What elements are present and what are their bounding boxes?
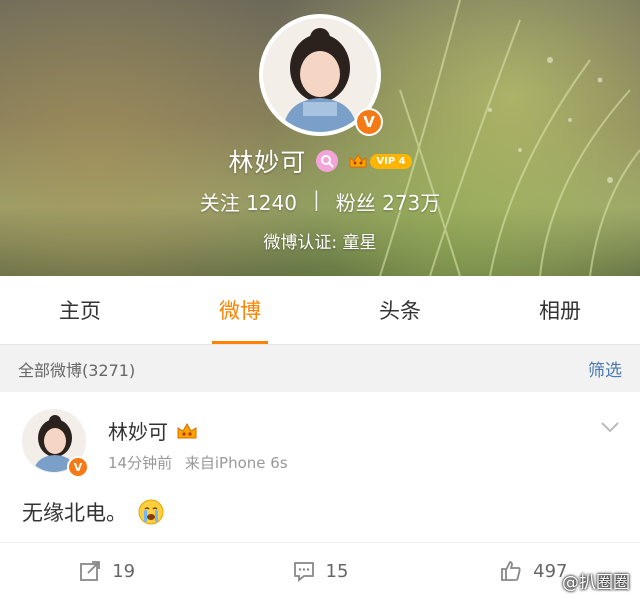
all-posts-count: 全部微博(3271) [18,360,136,380]
profile-name-row: 林妙可 VIP 4 [0,143,640,179]
post-meta: 14分钟前 来自iPhone 6s [108,452,288,473]
tab-home[interactable]: 主页 [0,276,160,344]
comment-icon [293,562,314,582]
followers-label: 粉丝 [335,191,376,215]
profile-name: 林妙可 [228,148,307,177]
following-stat[interactable]: 关注 1240 [200,187,297,216]
thumbs-up-icon [501,561,521,581]
repost-count: 19 [112,560,136,582]
crown-icon [177,422,197,438]
post-body: 无缘北电。 [22,497,165,527]
profile-stats: 关注 1240 | 粉丝 273万 [0,187,640,216]
following-label: 关注 [199,191,240,215]
verification-text: 微博认证: 童星 [263,233,377,253]
profile-cover: V 林妙可 VIP 4 关注 1240 | 粉丝 273万 微博认证: 童星 [0,0,640,276]
profile-tabs: 主页 微博 头条 相册 [0,276,640,344]
post-actions: 19 15 497 [0,542,640,599]
post-author-name[interactable]: 林妙可 [108,416,168,445]
stats-separator: | [312,187,320,211]
post-author-row: 林妙可 [108,416,198,445]
tab-weibo[interactable]: 微博 [160,276,320,344]
verified-v-icon: V [355,108,383,136]
tab-headlines[interactable]: 头条 [320,276,480,344]
chevron-down-icon[interactable] [600,420,620,434]
search-badge-icon[interactable] [316,150,339,172]
post-card: V 林妙可 14分钟前 来自iPhone 6s 无缘北电。 19 15 497 … [0,392,640,599]
post-time: 14分钟前 [108,454,173,472]
filter-button[interactable]: 筛选 [588,356,622,381]
profile-page: V 林妙可 VIP 4 关注 1240 | 粉丝 273万 微博认证: 童星 主… [0,0,640,599]
followers-count: 273万 [382,191,441,215]
post-source: 来自iPhone 6s [184,454,288,472]
tab-album[interactable]: 相册 [480,276,640,344]
following-count: 1240 [246,191,297,215]
repost-button[interactable]: 19 [0,543,213,599]
comment-count: 15 [325,560,349,582]
repost-icon [80,561,101,581]
crown-icon [349,154,367,168]
crying-face-icon [138,499,164,525]
verified-v-icon: V [67,456,89,478]
followers-stat[interactable]: 粉丝 273万 [336,187,441,216]
vip-badge[interactable]: VIP 4 [348,153,412,169]
vip-level: VIP 4 [370,153,412,169]
post-text: 无缘北电。 [22,501,127,525]
filter-bar: 全部微博(3271) 筛选 [0,344,640,392]
comment-button[interactable]: 15 [213,543,426,599]
watermark: @扒圈圈 [562,573,630,593]
